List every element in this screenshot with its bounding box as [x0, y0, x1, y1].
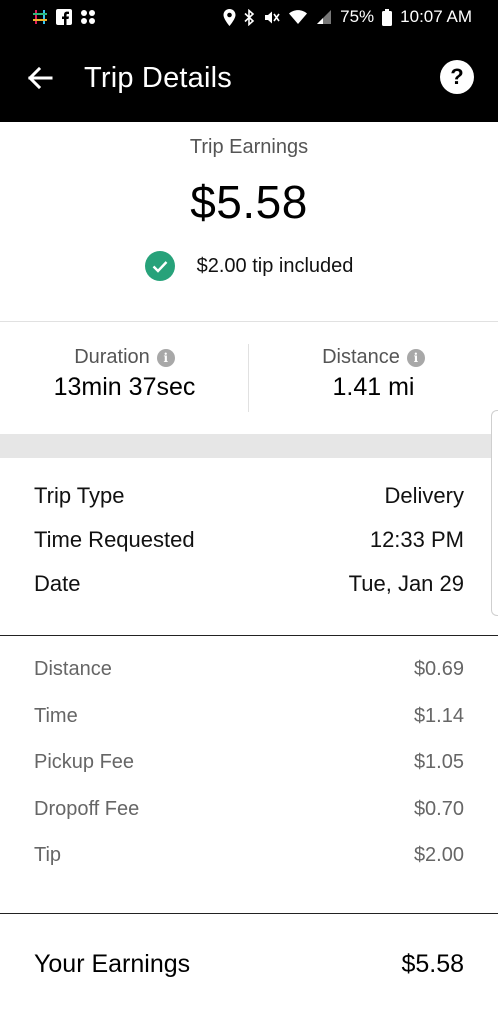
distance-label-wrap: Distance i — [322, 346, 425, 369]
info-value: 12:33 PM — [369, 527, 464, 552]
breakdown-row: Distance $0.69 — [34, 658, 464, 705]
total-earnings-row: Your Earnings $5.58 — [0, 914, 498, 979]
info-label: Time Requested — [34, 527, 195, 552]
help-icon: ? — [450, 64, 464, 89]
earnings-summary: Trip Earnings $5.58 $2.00 tip included — [0, 122, 498, 322]
trip-info-row: Time Requested 12:33 PM — [34, 518, 464, 562]
wifi-icon — [288, 9, 308, 25]
breakdown-label: Tip — [34, 844, 62, 866]
bluetooth-icon — [244, 8, 255, 26]
breakdown-label: Pickup Fee — [34, 751, 135, 773]
distance-stat: Distance i 1.41 mi — [249, 322, 498, 434]
check-circle-icon — [144, 251, 175, 281]
trip-info-row: Trip Type Delivery — [34, 474, 464, 518]
facebook-icon — [56, 9, 72, 25]
breakdown-value: $2.00 — [413, 844, 464, 866]
battery-icon — [382, 8, 393, 26]
info-icon[interactable]: i — [406, 348, 425, 367]
tip-row: $2.00 tip included — [0, 251, 498, 281]
breakdown-row: Pickup Fee $1.05 — [34, 751, 464, 798]
app-grid-icon — [80, 9, 96, 25]
status-right-icons: 75% 10:07 AM — [223, 7, 472, 27]
info-label: Trip Type — [34, 483, 125, 508]
tip-included-text: $2.00 tip included — [196, 254, 354, 277]
app-bar: Trip Details ? — [0, 34, 498, 122]
breakdown-value: $0.70 — [413, 797, 464, 820]
total-label: Your Earnings — [34, 950, 191, 978]
signal-icon — [316, 9, 332, 25]
trip-stats: Duration i 13min 37sec Distance i 1.41 m… — [0, 322, 498, 434]
trip-info-row: Date Tue, Jan 29 — [34, 562, 464, 606]
battery-percent: 75% — [340, 7, 375, 26]
arrow-left-icon — [27, 66, 53, 90]
info-icon[interactable]: i — [156, 348, 175, 367]
status-left-icons — [32, 9, 96, 25]
status-bar: 75% 10:07 AM — [0, 0, 498, 34]
breakdown-value: $1.05 — [413, 751, 464, 773]
page-title: Trip Details — [84, 61, 232, 94]
clock: 10:07 AM — [400, 7, 472, 26]
breakdown-label: Distance — [34, 658, 112, 680]
content: Trip Earnings $5.58 $2.00 tip included D… — [0, 122, 498, 979]
info-value: Tue, Jan 29 — [348, 571, 464, 596]
stats-divider — [248, 344, 249, 412]
duration-label-wrap: Duration i — [74, 346, 175, 369]
fare-breakdown: Distance $0.69 Time $1.14 Pickup Fee $1.… — [0, 636, 498, 914]
earnings-label: Trip Earnings — [189, 136, 309, 158]
distance-value: 1.41 mi — [332, 373, 415, 401]
scroll-edge-handle[interactable] — [491, 410, 498, 616]
earnings-amount: $5.58 — [190, 176, 308, 228]
help-button[interactable]: ? — [440, 60, 474, 94]
duration-value: 13min 37sec — [53, 373, 196, 401]
section-divider — [0, 434, 498, 458]
breakdown-value: $0.69 — [413, 658, 464, 680]
breakdown-row: Dropoff Fee $0.70 — [34, 798, 464, 845]
info-label: Date — [34, 571, 81, 596]
breakdown-row: Tip $2.00 — [34, 844, 464, 891]
back-button[interactable] — [26, 64, 54, 92]
distance-label: Distance — [322, 346, 400, 368]
mute-icon — [263, 9, 280, 26]
slack-icon — [32, 9, 48, 25]
location-icon — [223, 8, 236, 26]
breakdown-value: $1.14 — [413, 704, 464, 727]
duration-stat: Duration i 13min 37sec — [0, 322, 249, 434]
breakdown-row: Time $1.14 — [34, 705, 464, 752]
total-value: $5.58 — [401, 950, 464, 978]
breakdown-label: Dropoff Fee — [34, 797, 140, 820]
breakdown-label: Time — [34, 704, 78, 727]
duration-label: Duration — [74, 346, 150, 368]
trip-info: Trip Type Delivery Time Requested 12:33 … — [0, 458, 498, 636]
info-value: Delivery — [384, 483, 464, 508]
